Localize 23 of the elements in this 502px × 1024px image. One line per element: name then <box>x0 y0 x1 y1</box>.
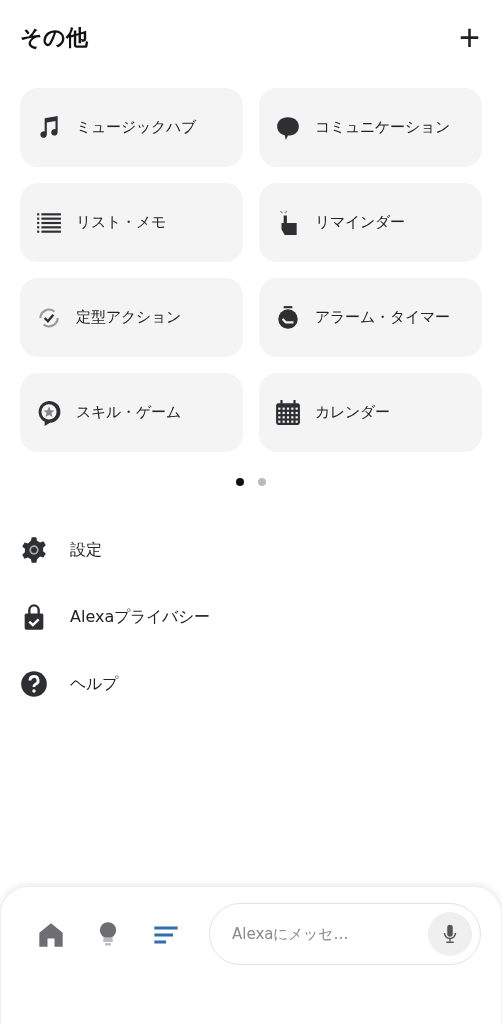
menu-item[interactable]: 設定 <box>20 532 102 568</box>
feature-tile[interactable]: カレンダー <box>259 373 482 452</box>
feature-tile[interactable]: リマインダー <box>259 183 482 262</box>
help-icon <box>20 670 48 698</box>
feature-tile[interactable]: コミュニケーション <box>259 88 482 167</box>
speech-bubble-icon <box>275 114 301 141</box>
gear-icon <box>20 536 48 564</box>
feature-tile[interactable]: リスト・メモ <box>20 183 243 262</box>
alarm-clock-icon <box>275 304 301 331</box>
microphone-button[interactable] <box>428 912 472 956</box>
feature-tile[interactable]: ミュージックハブ <box>20 88 243 167</box>
page-title: その他 <box>20 24 88 52</box>
feature-tile[interactable]: スキル・ゲーム <box>20 373 243 452</box>
star-bubble-icon <box>36 399 62 426</box>
feature-tile[interactable]: 定型アクション <box>20 278 243 357</box>
page-dot[interactable] <box>258 478 266 486</box>
menu-item[interactable]: ヘルプ <box>20 666 118 702</box>
page-dot[interactable] <box>236 478 244 486</box>
add-button[interactable]: + <box>456 20 482 56</box>
feature-tile[interactable]: アラーム・タイマー <box>259 278 482 357</box>
message-field[interactable]: Alexaにメッセ… <box>230 924 428 944</box>
menu-item[interactable]: Alexaプライバシー <box>20 599 211 635</box>
calendar-icon <box>275 399 301 426</box>
